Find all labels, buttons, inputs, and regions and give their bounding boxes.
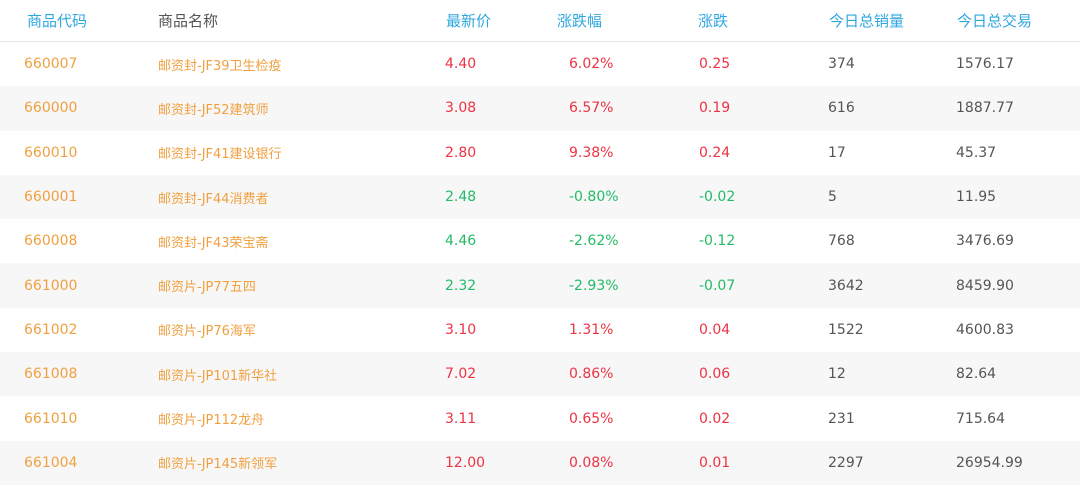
daily-amount: 1576.17: [956, 56, 1014, 73]
table-row[interactable]: 661008 邮资片-JP101新华社 7.02 0.86% 0.06 12 8…: [0, 352, 1080, 397]
latest-price: 2.32: [445, 277, 477, 294]
latest-price: 4.40: [445, 56, 477, 73]
latest-price: 2.48: [445, 189, 477, 206]
product-code[interactable]: 661004: [24, 441, 77, 485]
product-name[interactable]: 邮资封-JF44消费者: [158, 175, 269, 219]
table-row[interactable]: 661002 邮资片-JP76海军 3.10 1.31% 0.04 1522 4…: [0, 307, 1080, 353]
product-name[interactable]: 邮资片-JP112龙舟: [158, 396, 264, 440]
market-table: 商品代码 商品名称 最新价 涨跌幅 涨跌 今日总销量 今日总交易 660007 …: [0, 0, 1080, 491]
change-percent: 9.38%: [569, 144, 614, 161]
latest-price: 12.00: [445, 454, 486, 471]
daily-volume: 231: [828, 410, 855, 427]
table-header: 商品代码 商品名称 最新价 涨跌幅 涨跌 今日总销量 今日总交易: [0, 0, 1080, 42]
change-value: 0.02: [699, 410, 731, 427]
product-code[interactable]: 660010: [24, 131, 77, 175]
daily-amount: 4600.83: [956, 321, 1014, 338]
header-price[interactable]: 最新价: [446, 0, 491, 41]
daily-volume: 1522: [828, 321, 864, 338]
latest-price: 3.10: [445, 321, 477, 338]
product-code[interactable]: 661002: [24, 308, 77, 352]
product-name[interactable]: 邮资封-JF41建设银行: [158, 131, 282, 175]
change-value: 0.01: [699, 454, 731, 471]
table-row[interactable]: 660010 邮资封-JF41建设银行 2.80 9.38% 0.24 17 4…: [0, 130, 1080, 175]
product-name[interactable]: 邮资片-JP145新领军: [158, 441, 277, 485]
change-value: 0.19: [699, 100, 731, 117]
product-code[interactable]: 660000: [24, 86, 77, 130]
header-change-percent[interactable]: 涨跌幅: [557, 0, 602, 41]
change-value: -0.12: [699, 233, 736, 250]
change-value: 0.06: [699, 366, 731, 383]
daily-volume: 3642: [828, 277, 864, 294]
product-name[interactable]: 邮资片-JP76海军: [158, 308, 256, 352]
change-value: -0.07: [699, 277, 736, 294]
daily-amount: 8459.90: [956, 277, 1014, 294]
daily-amount: 26954.99: [956, 454, 1023, 471]
product-name[interactable]: 邮资封-JF52建筑师: [158, 86, 269, 130]
table-row[interactable]: 661000 邮资片-JP77五四 2.32 -2.93% -0.07 3642…: [0, 263, 1080, 308]
change-percent: 6.57%: [569, 100, 614, 117]
change-percent: -2.93%: [569, 277, 619, 294]
latest-price: 3.11: [445, 410, 477, 427]
latest-price: 3.08: [445, 100, 477, 117]
change-percent: 0.08%: [569, 454, 614, 471]
change-percent: 0.65%: [569, 410, 614, 427]
daily-amount: 45.37: [956, 144, 997, 161]
daily-volume: 12: [828, 366, 846, 383]
change-percent: 1.31%: [569, 321, 614, 338]
table-row[interactable]: 660001 邮资封-JF44消费者 2.48 -0.80% -0.02 5 1…: [0, 174, 1080, 220]
header-volume[interactable]: 今日总销量: [829, 0, 904, 41]
header-amount[interactable]: 今日总交易: [957, 0, 1032, 41]
daily-volume: 17: [828, 144, 846, 161]
product-code[interactable]: 661000: [24, 263, 77, 307]
table-row[interactable]: 661004 邮资片-JP145新领军 12.00 0.08% 0.01 229…: [0, 440, 1080, 485]
product-code[interactable]: 660008: [24, 219, 77, 263]
daily-amount: 11.95: [956, 189, 997, 206]
header-change[interactable]: 涨跌: [698, 0, 728, 41]
change-percent: 6.02%: [569, 56, 614, 73]
table-row[interactable]: 660000 邮资封-JF52建筑师 3.08 6.57% 0.19 616 1…: [0, 86, 1080, 131]
product-code[interactable]: 660007: [24, 42, 77, 86]
table-row[interactable]: 660008 邮资封-JF43荣宝斋 4.46 -2.62% -0.12 768…: [0, 219, 1080, 264]
latest-price: 4.46: [445, 233, 477, 250]
product-code[interactable]: 661008: [24, 352, 77, 396]
daily-volume: 768: [828, 233, 855, 250]
daily-amount: 82.64: [956, 366, 997, 383]
change-percent: -2.62%: [569, 233, 619, 250]
table-row[interactable]: 661010 邮资片-JP112龙舟 3.11 0.65% 0.02 231 7…: [0, 396, 1080, 441]
change-percent: -0.80%: [569, 189, 619, 206]
latest-price: 2.80: [445, 144, 477, 161]
change-value: 0.04: [699, 321, 731, 338]
change-value: 0.24: [699, 144, 731, 161]
daily-volume: 374: [828, 56, 855, 73]
daily-volume: 2297: [828, 454, 864, 471]
header-code[interactable]: 商品代码: [27, 0, 87, 41]
product-name[interactable]: 邮资封-JF43荣宝斋: [158, 219, 269, 263]
daily-amount: 715.64: [956, 410, 1005, 427]
product-name[interactable]: 邮资封-JF39卫生检疫: [158, 42, 282, 86]
daily-volume: 616: [828, 100, 855, 117]
change-value: -0.02: [699, 189, 736, 206]
change-value: 0.25: [699, 56, 731, 73]
header-name[interactable]: 商品名称: [158, 0, 218, 41]
change-percent: 0.86%: [569, 366, 614, 383]
product-code[interactable]: 661010: [24, 396, 77, 440]
product-code[interactable]: 660001: [24, 175, 77, 219]
daily-volume: 5: [828, 189, 837, 206]
product-name[interactable]: 邮资片-JP101新华社: [158, 352, 277, 396]
table-row[interactable]: 660007 邮资封-JF39卫生检疫 4.40 6.02% 0.25 374 …: [0, 42, 1080, 87]
daily-amount: 1887.77: [956, 100, 1014, 117]
latest-price: 7.02: [445, 366, 477, 383]
product-name[interactable]: 邮资片-JP77五四: [158, 263, 256, 307]
daily-amount: 3476.69: [956, 233, 1014, 250]
